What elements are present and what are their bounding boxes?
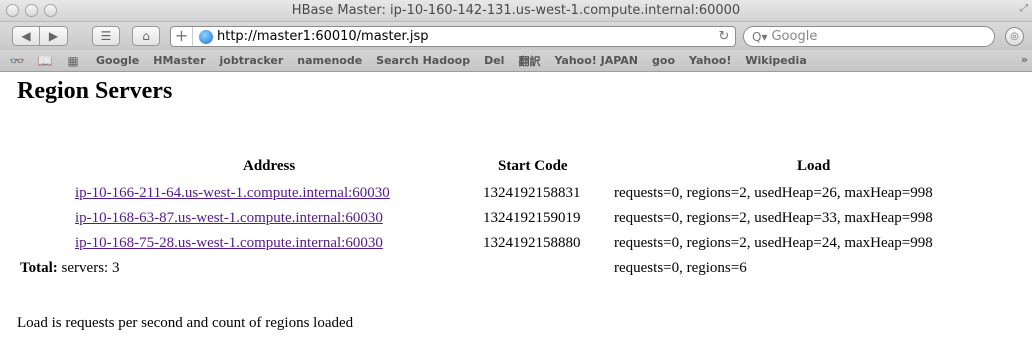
start-code-cell: 1324192159019 xyxy=(483,210,581,226)
server-address-link[interactable]: ip-10-168-63-87.us-west-1.compute.intern… xyxy=(75,210,383,226)
total-row: Total: servers: 3 xyxy=(20,260,119,277)
server-address-link[interactable]: ip-10-166-211-64.us-west-1.compute.inter… xyxy=(75,185,390,201)
bookmark-translate[interactable]: 翻訳 xyxy=(518,53,540,69)
grid-icon[interactable]: ▦ xyxy=(62,54,84,68)
page-content: Region Servers Address Start Code Load i… xyxy=(0,73,1032,344)
table-row: ip-10-168-63-87.us-west-1.compute.intern… xyxy=(75,210,383,227)
column-header-address: Address xyxy=(243,158,296,174)
load-explanation-note: Load is requests per second and count of… xyxy=(17,315,354,331)
forward-button[interactable]: ▶ xyxy=(40,26,68,46)
browser-toolbar: ◀ ▶ ☰ ⌂ + http://master1:60010/master.js… xyxy=(0,22,1032,50)
load-cell: requests=0, regions=2, usedHeap=24, maxH… xyxy=(614,235,933,251)
load-cell: requests=0, regions=2, usedHeap=33, maxH… xyxy=(614,210,933,226)
start-code-cell: 1324192158831 xyxy=(483,185,581,201)
forward-arrow-icon: ▶ xyxy=(48,29,59,43)
bookmark-jobtracker[interactable]: jobtracker xyxy=(220,54,284,67)
back-arrow-icon: ◀ xyxy=(21,29,31,43)
bookmark-yahoo-japan[interactable]: Yahoo! JAPAN xyxy=(554,54,638,67)
reader-icon[interactable]: 👓 xyxy=(6,54,28,68)
downloads-icon: ◎ xyxy=(1010,31,1019,42)
bookmark-search-hadoop[interactable]: Search Hadoop xyxy=(376,54,470,67)
bookmark-goo[interactable]: goo xyxy=(652,54,675,67)
total-servers: servers: 3 xyxy=(61,260,120,276)
search-icon: Q▾ xyxy=(752,29,768,44)
sidebar-icon: ☰ xyxy=(100,29,112,43)
more-bookmarks-icon[interactable]: » xyxy=(1021,53,1028,66)
show-all-tabs-button[interactable]: ☰ xyxy=(92,26,120,46)
reload-icon[interactable]: ↻ xyxy=(713,29,735,44)
bookmark-del[interactable]: Del xyxy=(484,54,504,67)
total-label: Total: xyxy=(20,260,58,276)
total-load: requests=0, regions=6 xyxy=(614,260,747,276)
start-code-cell: 1324192158880 xyxy=(483,235,581,251)
downloads-button[interactable]: ◎ xyxy=(1005,27,1024,46)
bookmark-wikipedia[interactable]: Wikipedia xyxy=(745,54,806,67)
add-bookmark-icon[interactable]: + xyxy=(171,27,193,46)
home-icon: ⌂ xyxy=(142,29,150,43)
address-bar[interactable]: + http://master1:60010/master.jsp ↻ xyxy=(170,26,736,47)
back-button[interactable]: ◀ xyxy=(12,26,40,46)
column-header-load: Load xyxy=(797,158,831,174)
bookmark-hmaster[interactable]: HMaster xyxy=(153,54,205,67)
bookmark-namenode[interactable]: namenode xyxy=(297,54,362,67)
bookmarks-bar: 👓 📖 ▦ Google HMaster jobtracker namenode… xyxy=(0,50,1032,72)
home-button[interactable]: ⌂ xyxy=(132,26,160,46)
column-header-start-code: Start Code xyxy=(498,158,568,174)
server-address-link[interactable]: ip-10-168-75-28.us-west-1.compute.intern… xyxy=(75,235,383,251)
bookmark-google[interactable]: Google xyxy=(96,54,139,67)
bookmark-yahoo[interactable]: Yahoo! xyxy=(689,54,731,67)
page-title: Region Servers xyxy=(17,78,173,104)
load-cell: requests=0, regions=2, usedHeap=26, maxH… xyxy=(614,185,933,201)
fullscreen-icon[interactable]: ⤢ xyxy=(1020,3,1028,14)
globe-icon xyxy=(199,29,213,44)
url-field[interactable]: http://master1:60010/master.jsp xyxy=(217,29,713,44)
window-titlebar: HBase Master: ip-10-160-142-131.us-west-… xyxy=(0,0,1032,22)
book-icon[interactable]: 📖 xyxy=(34,54,56,68)
window-title: HBase Master: ip-10-160-142-131.us-west-… xyxy=(291,3,741,18)
table-row: ip-10-168-75-28.us-west-1.compute.intern… xyxy=(75,235,383,252)
search-input[interactable]: Q▾ Google xyxy=(743,26,995,47)
table-row: ip-10-166-211-64.us-west-1.compute.inter… xyxy=(75,185,390,202)
search-placeholder: Google xyxy=(771,29,818,44)
